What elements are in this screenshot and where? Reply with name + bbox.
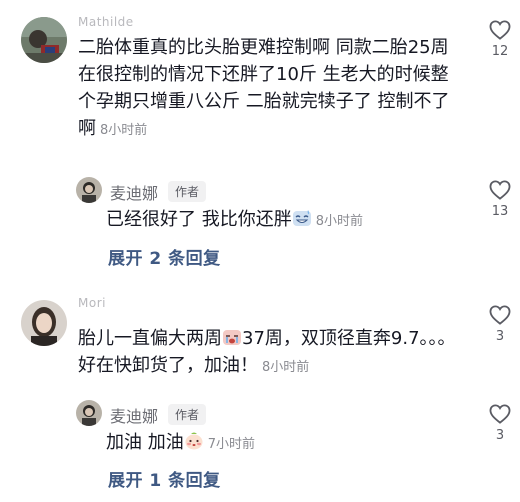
heart-outline-icon bbox=[489, 305, 511, 325]
heart-outline-icon bbox=[489, 404, 511, 424]
reply-body: 已经很好了 我比你还胖 bbox=[106, 209, 292, 230]
like-button[interactable]: 3 bbox=[484, 305, 516, 344]
author-badge: 作者 bbox=[168, 181, 207, 202]
like-count: 13 bbox=[491, 204, 509, 219]
like-count: 3 bbox=[495, 329, 505, 344]
blush-emoji-icon bbox=[185, 432, 203, 450]
reply-text: 加油 加油 7小时前 bbox=[106, 429, 436, 458]
comment-timestamp: 8小时前 bbox=[262, 360, 310, 375]
avatar[interactable] bbox=[21, 300, 67, 346]
expand-replies-link[interactable]: 展开 1 条回复 bbox=[108, 466, 221, 491]
author-badge: 作者 bbox=[168, 404, 207, 425]
comment-username[interactable]: Mathilde bbox=[78, 15, 134, 29]
reply-timestamp: 8小时前 bbox=[315, 214, 364, 229]
reply-timestamp: 7小时前 bbox=[207, 437, 256, 452]
reply-like-button[interactable]: 13 bbox=[484, 180, 516, 219]
reply-body: 加油 加油 bbox=[106, 432, 184, 453]
reply-username[interactable]: 麦迪娜 bbox=[110, 403, 158, 427]
heart-outline-icon bbox=[489, 20, 511, 40]
reply-like-button[interactable]: 3 bbox=[484, 404, 516, 443]
reply-text: 已经很好了 我比你还胖 8小时前 bbox=[106, 206, 436, 235]
like-button[interactable]: 12 bbox=[484, 20, 516, 59]
comment-text: 胎儿一直偏大两周 37周，双顶径直奔9.7。。。好在快卸货了，加油！ 8小时前 bbox=[78, 325, 458, 381]
reply-avatar[interactable] bbox=[76, 400, 102, 426]
avatar[interactable] bbox=[21, 17, 67, 63]
like-count: 12 bbox=[491, 44, 509, 59]
crying-emoji-icon bbox=[223, 330, 241, 345]
sweat-smile-emoji-icon bbox=[292, 210, 311, 226]
comment-body-start: 胎儿一直偏大两周 bbox=[78, 328, 222, 349]
reply-avatar[interactable] bbox=[76, 177, 102, 203]
expand-replies-link[interactable]: 展开 2 条回复 bbox=[108, 244, 221, 269]
reply-username[interactable]: 麦迪娜 bbox=[110, 180, 158, 204]
comment-text: 二胎体重真的比头胎更难控制啊 同款二胎25周在很控制的情况下还胖了10斤 生老大… bbox=[78, 34, 458, 144]
like-count: 3 bbox=[495, 428, 505, 443]
comment-username[interactable]: Mori bbox=[78, 296, 106, 310]
heart-outline-icon bbox=[489, 180, 511, 200]
comment-timestamp: 8小时前 bbox=[100, 123, 148, 138]
